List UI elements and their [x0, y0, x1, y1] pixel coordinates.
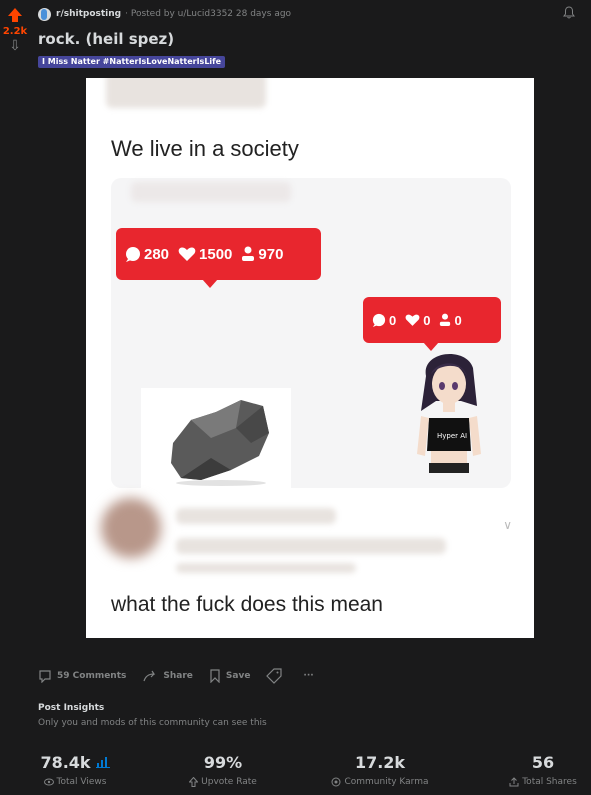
save-label: Save — [225, 671, 251, 681]
stat-label: Upvote Rate — [201, 777, 257, 787]
stat-total-shares: 56 Total Shares — [493, 752, 591, 787]
rock-image — [141, 388, 291, 488]
comment-count: 280 — [125, 246, 169, 263]
upvote-icon — [189, 777, 199, 787]
subreddit-link[interactable]: r/shitposting — [56, 9, 121, 19]
post-image[interactable]: We live in a society 280 1500 970 0 0 0 — [86, 78, 534, 638]
karma-icon — [331, 777, 341, 787]
share-icon — [509, 777, 519, 787]
stat-value: 99% — [203, 752, 243, 772]
share-label: Share — [163, 671, 193, 681]
like-count: 1500 — [178, 246, 232, 263]
anime-girl-image: Hyper AI — [391, 346, 501, 491]
stat-value: 78.4k — [40, 752, 91, 772]
blurred-comment — [96, 498, 516, 578]
follower-count: 970 — [241, 246, 283, 263]
comments-label: 59 Comments — [57, 671, 127, 681]
post-header: r/shitposting · Posted by u/Lucid3352 28… — [38, 6, 581, 21]
heart-icon — [405, 314, 420, 326]
like-count: 0 — [405, 313, 430, 328]
stat-label: Community Karma — [344, 777, 429, 787]
bell-icon[interactable] — [563, 6, 575, 19]
post-title[interactable]: rock. (heil spez) — [38, 30, 174, 48]
post-stats: 78.4k Total Views 99% Upvote Rate 17.2k … — [38, 752, 583, 792]
notification-bubble-zero: 0 0 0 — [363, 297, 501, 351]
subreddit-icon[interactable] — [38, 7, 51, 21]
comment-icon — [39, 670, 51, 683]
stat-value: 17.2k — [354, 752, 406, 772]
share-icon — [143, 670, 156, 682]
shirt-text: Hyper AI — [437, 432, 467, 440]
insights-subtitle: Only you and mods of this community can … — [38, 718, 267, 728]
comments-button[interactable]: 59 Comments — [38, 669, 126, 683]
eye-icon — [43, 778, 54, 786]
stat-upvote-rate: 99% Upvote Rate — [168, 752, 278, 787]
share-button[interactable]: Share — [142, 669, 193, 683]
more-options-button[interactable]: ··· — [303, 671, 313, 681]
follower-count: 0 — [439, 313, 462, 328]
post-actions: 59 Comments Share Save ··· — [38, 666, 330, 686]
stat-label: Total Shares — [522, 777, 577, 787]
stat-community-karma: 17.2k Community Karma — [320, 752, 440, 787]
blurred-header — [106, 78, 266, 108]
stat-label: Total Views — [56, 777, 107, 787]
meme-top-text: We live in a society — [111, 136, 299, 161]
tag-button[interactable] — [266, 668, 287, 684]
post-score: 2.2k — [2, 26, 28, 37]
chevron-down-icon: ∨ — [503, 518, 512, 532]
insights-title: Post Insights — [38, 703, 105, 713]
comment-icon — [126, 247, 140, 262]
stat-value: 56 — [531, 752, 555, 772]
vote-column: 2.2k ⇩ — [0, 6, 30, 53]
heart-icon — [178, 247, 196, 261]
post-flair[interactable]: I Miss Natter #NatterIsLoveNatterIsLife — [38, 56, 226, 68]
comment-icon — [372, 313, 386, 327]
stat-total-views: 78.4k Total Views — [30, 752, 120, 787]
notification-bubble-popular: 280 1500 970 — [116, 228, 321, 288]
post-meta: · Posted by u/Lucid3352 28 days ago — [125, 9, 292, 19]
downvote-arrow-icon[interactable]: ⇩ — [8, 39, 22, 53]
upvote-arrow-icon[interactable] — [8, 8, 22, 22]
bookmark-icon — [210, 669, 220, 683]
comment-count: 0 — [372, 313, 396, 328]
person-icon — [242, 246, 255, 261]
save-button[interactable]: Save — [209, 669, 251, 683]
meme-bottom-text: what the fuck does this mean — [111, 593, 383, 616]
bar-chart-icon — [95, 757, 110, 768]
tag-icon — [266, 668, 283, 684]
blurred-name — [131, 182, 291, 202]
person-icon — [440, 313, 451, 326]
